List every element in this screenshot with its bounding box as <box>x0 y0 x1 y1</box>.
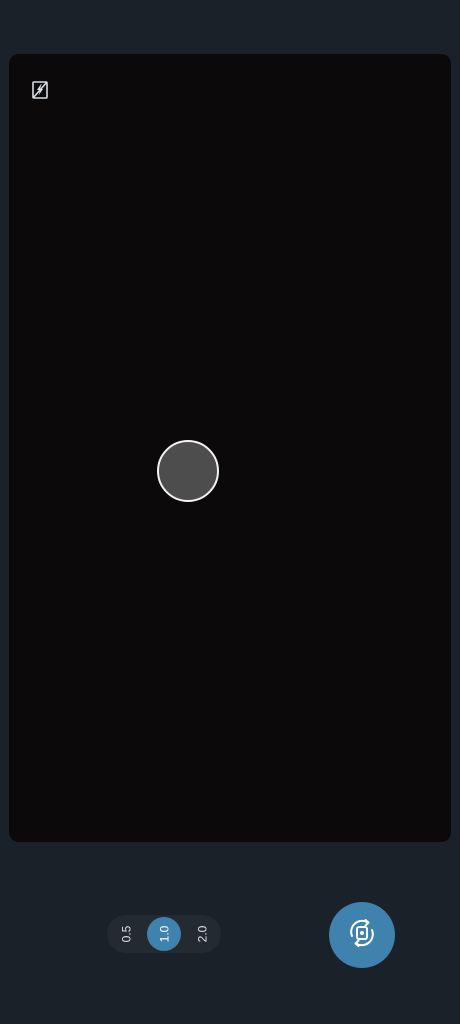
zoom-option-1-0[interactable]: 1.0 <box>147 917 181 951</box>
zoom-option-label: 0.5 <box>119 925 133 943</box>
switch-camera-icon <box>345 916 379 955</box>
camera-screen: 0.5 1.0 2.0 <box>0 0 460 1024</box>
camera-viewfinder[interactable] <box>9 54 451 842</box>
switch-camera-button[interactable] <box>329 902 395 968</box>
shutter-button[interactable] <box>157 440 219 502</box>
zoom-option-label: 2.0 <box>195 925 209 943</box>
zoom-option-2-0[interactable]: 2.0 <box>185 917 219 951</box>
flash-toggle-button[interactable] <box>27 80 53 104</box>
flash-off-icon <box>31 80 49 105</box>
zoom-option-label: 1.0 <box>157 925 171 943</box>
zoom-selector: 0.5 1.0 2.0 <box>107 915 221 953</box>
zoom-option-0-5[interactable]: 0.5 <box>109 917 143 951</box>
